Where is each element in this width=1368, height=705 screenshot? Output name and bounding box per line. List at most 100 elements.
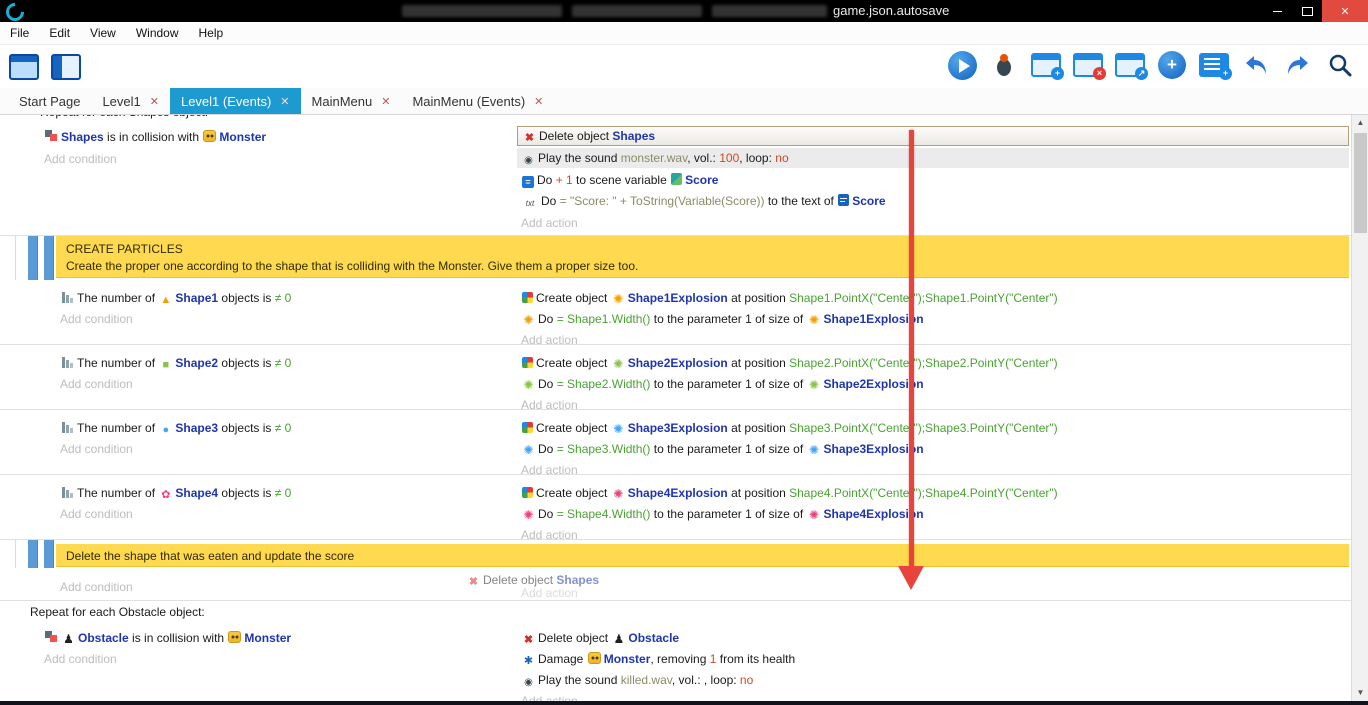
text-segment: ≠ 0 (275, 421, 292, 435)
add-condition-link[interactable]: Add condition (44, 149, 117, 169)
action-line[interactable]: =Do + 1 to scene variable Score (521, 170, 1348, 190)
create-icon (522, 292, 533, 303)
explosion1-icon: ✺ (612, 293, 625, 305)
add-subevent-button[interactable]: × (1072, 49, 1104, 81)
action-line[interactable]: ✱Damage Monster, removing 1 from its hea… (521, 649, 1348, 669)
sound-icon: ◉ (522, 677, 535, 689)
delete-icon: ✖ (522, 634, 535, 646)
text-segment: Shapes (556, 573, 599, 587)
search-button[interactable] (1324, 49, 1356, 81)
add-comment-button[interactable]: ↗ (1114, 49, 1146, 81)
condition-line[interactable]: Shapes is in collision with Monster (44, 127, 266, 147)
condition-line[interactable]: The number of ✿Shape4 objects is ≠ 0 (60, 483, 291, 503)
text-segment: Obstacle (78, 631, 129, 645)
menu-file[interactable]: File (0, 22, 39, 44)
condition-line[interactable]: The number of ■Shape2 objects is ≠ 0 (60, 353, 291, 373)
undo-icon (1243, 53, 1269, 77)
event-shape4: The number of ✿Shape4 objects is ≠ 0 Add… (0, 475, 1351, 540)
action-line-selected[interactable]: ✖Delete object Shapes (517, 126, 1349, 146)
explosion4-icon: ✺ (612, 488, 625, 500)
add-condition-link[interactable]: Add condition (60, 374, 133, 394)
condition-line[interactable]: ♟Obstacle is in collision with Monster (44, 628, 291, 648)
condition-line[interactable]: The number of ●Shape3 objects is ≠ 0 (60, 418, 291, 438)
collision-icon (45, 130, 58, 142)
scrollbar-thumb[interactable] (1354, 133, 1367, 233)
events-list-button[interactable]: + (1198, 49, 1230, 81)
add-condition-link[interactable]: Add condition (60, 504, 133, 524)
text-segment: objects is (218, 291, 275, 305)
window-bottom-edge (0, 701, 1368, 705)
obstacle-icon: ♟ (612, 633, 625, 645)
event-repeat-shapes-clipped[interactable]: Repeat for each Shapes object: (40, 115, 208, 120)
menu-help[interactable]: Help (189, 22, 234, 44)
tab-mainmenu-events[interactable]: MainMenu (Events) ✕ (401, 88, 554, 114)
add-condition-link[interactable]: Add condition (60, 309, 133, 329)
scroll-down-icon[interactable]: ▼ (1352, 685, 1368, 701)
menu-edit[interactable]: Edit (39, 22, 80, 44)
menu-window[interactable]: Window (126, 22, 189, 44)
action-line[interactable]: ✺Do = Shape3.Width() to the parameter 1 … (521, 439, 1348, 459)
minimize-button[interactable] (1262, 0, 1292, 22)
undo-button[interactable] (1240, 49, 1272, 81)
action-line[interactable]: Create object ✺Shape2Explosion at positi… (521, 353, 1348, 373)
add-condition-link[interactable]: Add condition (44, 649, 117, 669)
tab-start-page[interactable]: Start Page (8, 88, 91, 114)
project-panel-icon[interactable] (8, 51, 40, 83)
text-segment: Shape3Explosion (628, 421, 728, 435)
text-segment: , loop: (739, 151, 775, 165)
tab-label: MainMenu (Events) (412, 94, 525, 109)
menu-view[interactable]: View (80, 22, 126, 44)
redo-button[interactable] (1282, 49, 1314, 81)
window-title: game.json.autosave (833, 3, 949, 18)
text-segment: no (740, 673, 753, 687)
search-icon (1327, 52, 1353, 78)
text-segment: Play the sound (538, 151, 621, 165)
play-button[interactable] (946, 49, 978, 81)
action-line[interactable]: Create object ✺Shape4Explosion at positi… (521, 483, 1348, 503)
action-line[interactable]: ✖Delete object ♟Obstacle (521, 628, 1348, 648)
add-event-button[interactable]: + (1030, 49, 1062, 81)
close-tab-icon[interactable]: ✕ (280, 95, 289, 108)
text-segment: , vol.: (687, 151, 719, 165)
scene-panel-icon[interactable] (50, 51, 82, 83)
close-tab-icon[interactable]: ✕ (150, 95, 159, 108)
add-new-button[interactable]: + (1156, 49, 1188, 81)
tab-level1[interactable]: Level1✕ (91, 88, 170, 114)
close-button[interactable]: ✕ (1322, 0, 1368, 22)
close-tab-icon[interactable]: ✕ (381, 95, 390, 108)
text-segment: Create object (536, 486, 611, 500)
comment-block[interactable]: Delete the shape that was eaten and upda… (56, 544, 1349, 567)
scroll-up-icon[interactable]: ▲ (1352, 115, 1368, 131)
action-line[interactable]: ◉Play the sound monster.wav, vol.: 100, … (517, 148, 1349, 168)
tab-level1-events[interactable]: Level1 (Events)✕ (170, 88, 301, 114)
add-condition-link[interactable]: Add condition (60, 439, 133, 459)
add-action-link[interactable]: Add action (521, 213, 1348, 233)
vertical-scrollbar[interactable]: ▲ ▼ (1351, 115, 1368, 701)
action-line[interactable]: txtDo = "Score: " + ToString(Variable(Sc… (521, 191, 1348, 211)
text-segment: Obstacle (628, 631, 679, 645)
explosion2-icon: ✺ (522, 379, 535, 391)
text-segment: Do (538, 377, 557, 391)
action-line[interactable]: ◉Play the sound killed.wav, vol.: , loop… (521, 670, 1348, 690)
close-tab-icon[interactable]: ✕ (534, 95, 543, 108)
event-repeat-obstacle[interactable]: Repeat for each Obstacle object: (30, 604, 205, 621)
tab-mainmenu[interactable]: MainMenu✕ (301, 88, 402, 114)
action-line[interactable]: ✺Do = Shape4.Width() to the parameter 1 … (521, 504, 1348, 524)
text-segment: Do (538, 442, 557, 456)
action-line[interactable]: Create object ✺Shape3Explosion at positi… (521, 418, 1348, 438)
count-icon (61, 291, 74, 303)
text-segment: Delete object (539, 129, 612, 143)
action-line[interactable]: ✺Do = Shape1.Width() to the parameter 1 … (521, 309, 1348, 329)
add-action-link[interactable]: Add action (521, 525, 1348, 545)
text-segment: Shape1 (175, 291, 218, 305)
action-line[interactable]: ✺Do = Shape2.Width() to the parameter 1 … (521, 374, 1348, 394)
debug-button[interactable] (988, 49, 1020, 81)
add-action-link[interactable]: Add action (521, 691, 1348, 701)
add-condition-link[interactable]: Add condition (60, 577, 133, 597)
comment-block[interactable]: CREATE PARTICLES Create the proper one a… (56, 236, 1349, 278)
text-segment: to the parameter 1 of size of (650, 377, 806, 391)
condition-line[interactable]: The number of ▲Shape1 objects is ≠ 0 (60, 288, 291, 308)
maximize-button[interactable] (1292, 0, 1322, 22)
text-segment: killed.wav (621, 673, 672, 687)
action-line[interactable]: Create object ✺Shape1Explosion at positi… (521, 288, 1348, 308)
